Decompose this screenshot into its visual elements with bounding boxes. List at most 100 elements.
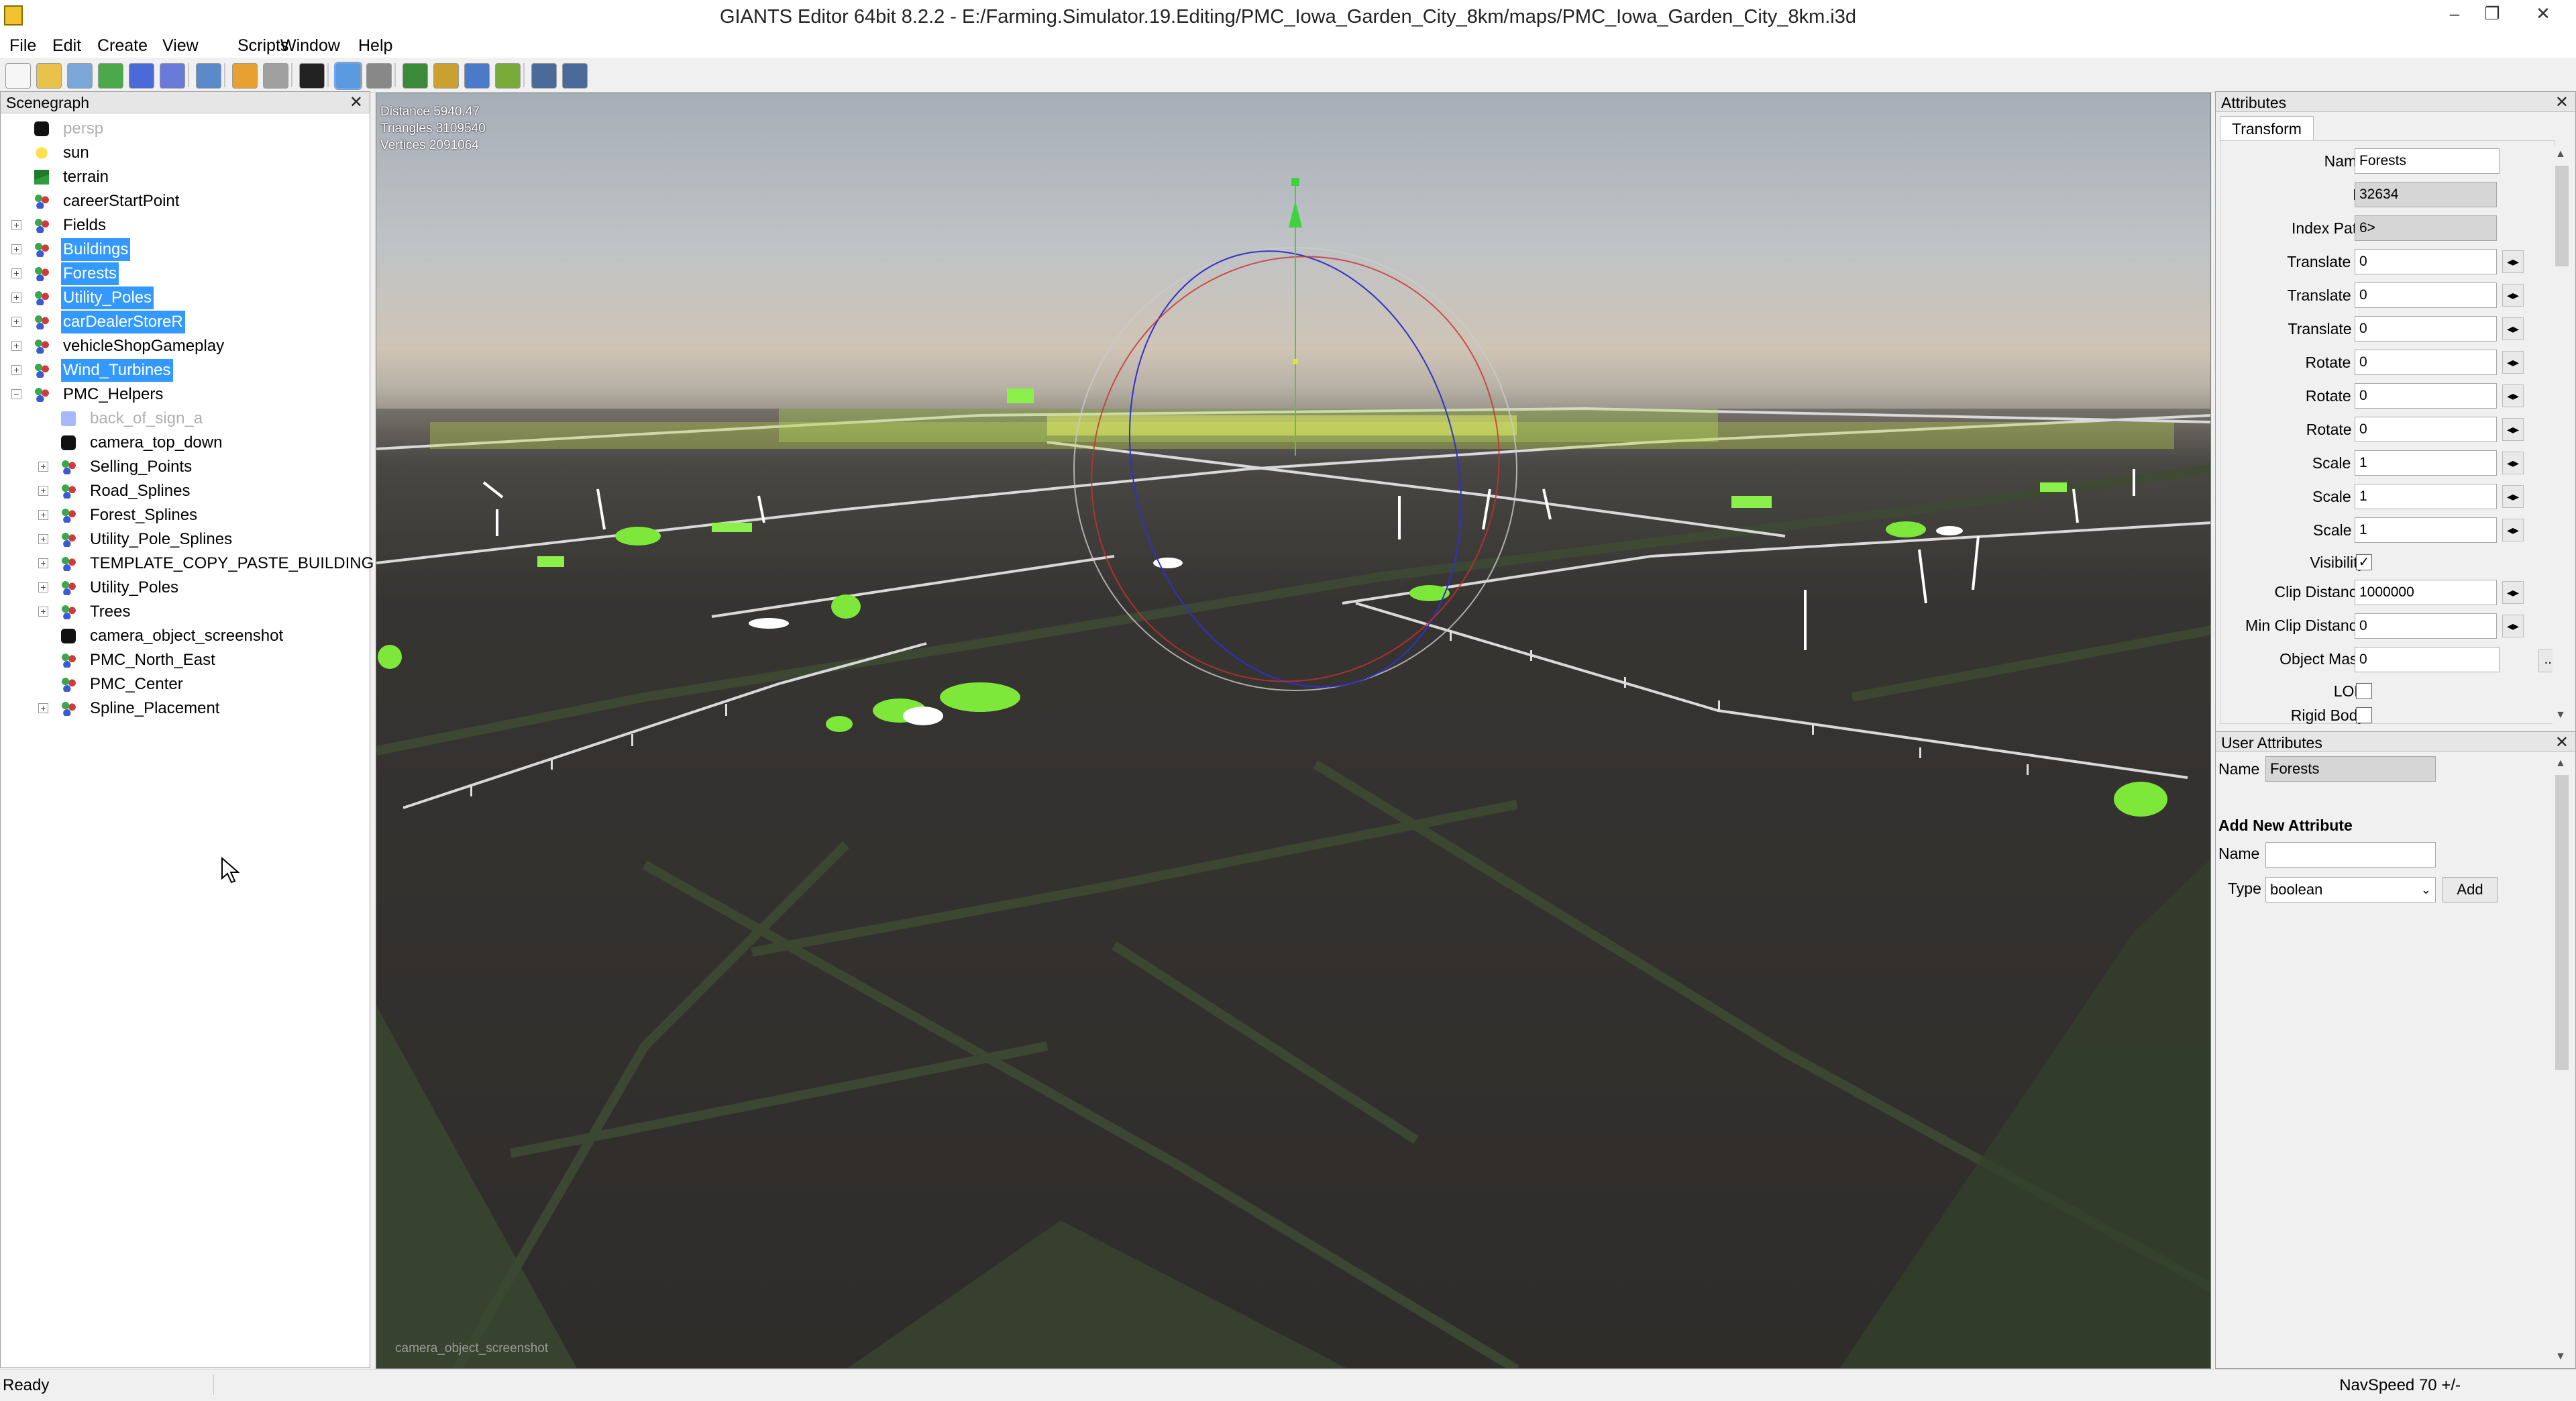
open-file-icon[interactable]	[36, 63, 62, 89]
expand-icon[interactable]: +	[11, 268, 21, 278]
scenegraph-node[interactable]: back_of_sign_a	[1, 407, 370, 430]
menu-view[interactable]: View	[162, 34, 199, 58]
expand-icon[interactable]: +	[38, 486, 48, 496]
min-clip-distance-input[interactable]: 0	[2355, 613, 2497, 639]
scale-x-spin[interactable]: ◂▸	[2502, 452, 2524, 474]
scenegraph-node[interactable]: − PMC_Helpers	[1, 383, 370, 406]
scenegraph-node[interactable]: persp	[1, 117, 370, 140]
attributes-scrollbar[interactable]: ▲ ▼	[2553, 146, 2571, 724]
scenegraph-node[interactable]: + Trees	[1, 601, 370, 623]
user-attributes-scroll-thumb[interactable]	[2555, 775, 2569, 1070]
translate-y-input[interactable]: 0	[2355, 282, 2497, 308]
terrain-sculpt-icon[interactable]	[433, 63, 459, 89]
magnet-icon[interactable]	[366, 63, 392, 89]
close-window-button[interactable]: ✕	[2517, 0, 2569, 30]
rotate-z-spin[interactable]: ◂▸	[2502, 418, 2524, 441]
scenegraph-node[interactable]: + Forests	[1, 262, 370, 285]
scroll-up-icon[interactable]: ▲	[2555, 148, 2566, 160]
expand-icon[interactable]: +	[11, 244, 21, 254]
expand-icon[interactable]: +	[11, 365, 21, 375]
scenegraph-node[interactable]: sun	[1, 142, 370, 164]
attributes-close-icon[interactable]: ✕	[2555, 92, 2569, 113]
import-icon[interactable]	[196, 63, 221, 89]
maximize-button[interactable]: ❐	[2466, 0, 2518, 30]
menu-help[interactable]: Help	[358, 34, 392, 58]
scenegraph-node[interactable]: + Spline_Placement	[1, 697, 370, 720]
save-icon[interactable]	[129, 63, 154, 89]
3d-viewport[interactable]: Distance 5940.47 Triangles 3109540 Verti…	[376, 93, 2211, 1369]
translate-z-spin[interactable]: ◂▸	[2502, 317, 2524, 340]
scenegraph-node[interactable]: + Fields	[1, 214, 370, 237]
user-attributes-close-icon[interactable]: ✕	[2555, 732, 2569, 754]
undo-icon[interactable]	[232, 63, 258, 89]
user-attributes-scrollbar[interactable]: ▲ ▼	[2553, 755, 2571, 1365]
name-input[interactable]: Forests	[2355, 148, 2500, 174]
save-as-icon[interactable]	[160, 63, 185, 89]
expand-icon[interactable]: +	[38, 607, 48, 617]
scale-y-spin[interactable]: ◂▸	[2502, 485, 2524, 508]
vegetation-icon[interactable]	[495, 63, 521, 89]
translate-y-spin[interactable]: ◂▸	[2502, 284, 2524, 307]
expand-icon[interactable]: +	[38, 462, 48, 472]
rotate-z-input[interactable]: 0	[2355, 417, 2497, 442]
scenegraph-node[interactable]: + carDealerStoreR	[1, 311, 370, 333]
scenegraph-node[interactable]: PMC_North_East	[1, 649, 370, 672]
attributes-scroll-thumb[interactable]	[2555, 166, 2569, 266]
foliage-paint-icon[interactable]	[464, 63, 490, 89]
translate-x-spin[interactable]: ◂▸	[2502, 250, 2524, 273]
scenegraph-node[interactable]: + Forest_Splines	[1, 504, 370, 527]
scenegraph-node[interactable]: + Utility_Poles	[1, 576, 370, 599]
clip-distance-input[interactable]: 1000000	[2355, 580, 2497, 605]
min-clip-distance-spin[interactable]: ◂▸	[2502, 615, 2524, 637]
expand-icon[interactable]: +	[11, 317, 21, 327]
expand-icon[interactable]: +	[38, 703, 48, 713]
translate-x-input[interactable]: 0	[2355, 249, 2497, 274]
scenegraph-close-icon[interactable]: ✕	[350, 92, 363, 113]
expand-icon[interactable]: +	[11, 293, 21, 303]
rotate-y-input[interactable]: 0	[2355, 383, 2497, 409]
menu-file[interactable]: File	[9, 34, 36, 58]
expand-icon[interactable]: +	[11, 341, 21, 351]
expand-icon[interactable]: +	[11, 220, 21, 230]
scenegraph-node[interactable]: + Utility_Poles	[1, 287, 370, 309]
collapse-icon[interactable]: −	[11, 389, 21, 399]
scenegraph-node[interactable]: + TEMPLATE_COPY_PASTE_BUILDING	[1, 552, 374, 575]
scenegraph-node[interactable]: camera_object_screenshot	[1, 625, 370, 647]
scenegraph-node[interactable]: + Buildings	[1, 238, 370, 261]
tab-transform[interactable]: Transform	[2220, 116, 2314, 140]
expand-icon[interactable]: +	[38, 534, 48, 544]
object-mask-input[interactable]: 0	[2355, 647, 2500, 672]
scroll-up-icon[interactable]: ▲	[2555, 758, 2566, 770]
type-select[interactable]: boolean ⌄	[2265, 877, 2436, 902]
visibility-checkbox[interactable]: ✓	[2356, 554, 2372, 570]
menu-edit[interactable]: Edit	[52, 34, 81, 58]
scenegraph-node[interactable]: PMC_Center	[1, 673, 370, 696]
rigid-body-checkbox[interactable]	[2356, 707, 2372, 723]
scenegraph-node[interactable]: terrain	[1, 166, 370, 189]
rotate-x-spin[interactable]: ◂▸	[2502, 351, 2524, 374]
scenegraph-node[interactable]: camera_top_down	[1, 431, 370, 454]
scenegraph-node[interactable]: + Utility_Pole_Splines	[1, 528, 370, 551]
menu-create[interactable]: Create	[97, 34, 148, 58]
edit-icon[interactable]	[67, 63, 93, 89]
select-mode-icon[interactable]	[334, 62, 362, 90]
add-attribute-button[interactable]: Add	[2443, 877, 2498, 902]
scenegraph-node[interactable]: careerStartPoint	[1, 190, 370, 213]
expand-icon[interactable]: +	[38, 558, 48, 568]
new-file-icon[interactable]	[5, 63, 31, 89]
lod-checkbox[interactable]	[2356, 683, 2372, 699]
scroll-down-icon[interactable]: ▼	[2555, 1351, 2566, 1363]
rotate-y-spin[interactable]: ◂▸	[2502, 384, 2524, 407]
scale-y-input[interactable]: 1	[2355, 484, 2497, 509]
rotate-x-input[interactable]: 0	[2355, 350, 2497, 375]
scenegraph-node[interactable]: + Selling_Points	[1, 456, 370, 478]
settings-icon[interactable]	[531, 63, 557, 89]
new-attribute-name-input[interactable]	[2265, 842, 2436, 868]
scale-x-input[interactable]: 1	[2355, 450, 2497, 476]
clip-distance-spin[interactable]: ◂▸	[2502, 581, 2524, 604]
refresh-icon[interactable]	[98, 63, 123, 89]
expand-icon[interactable]: +	[38, 582, 48, 592]
terrain-paint-icon[interactable]	[402, 63, 428, 89]
expand-icon[interactable]: +	[38, 510, 48, 520]
play-icon[interactable]	[299, 63, 325, 89]
